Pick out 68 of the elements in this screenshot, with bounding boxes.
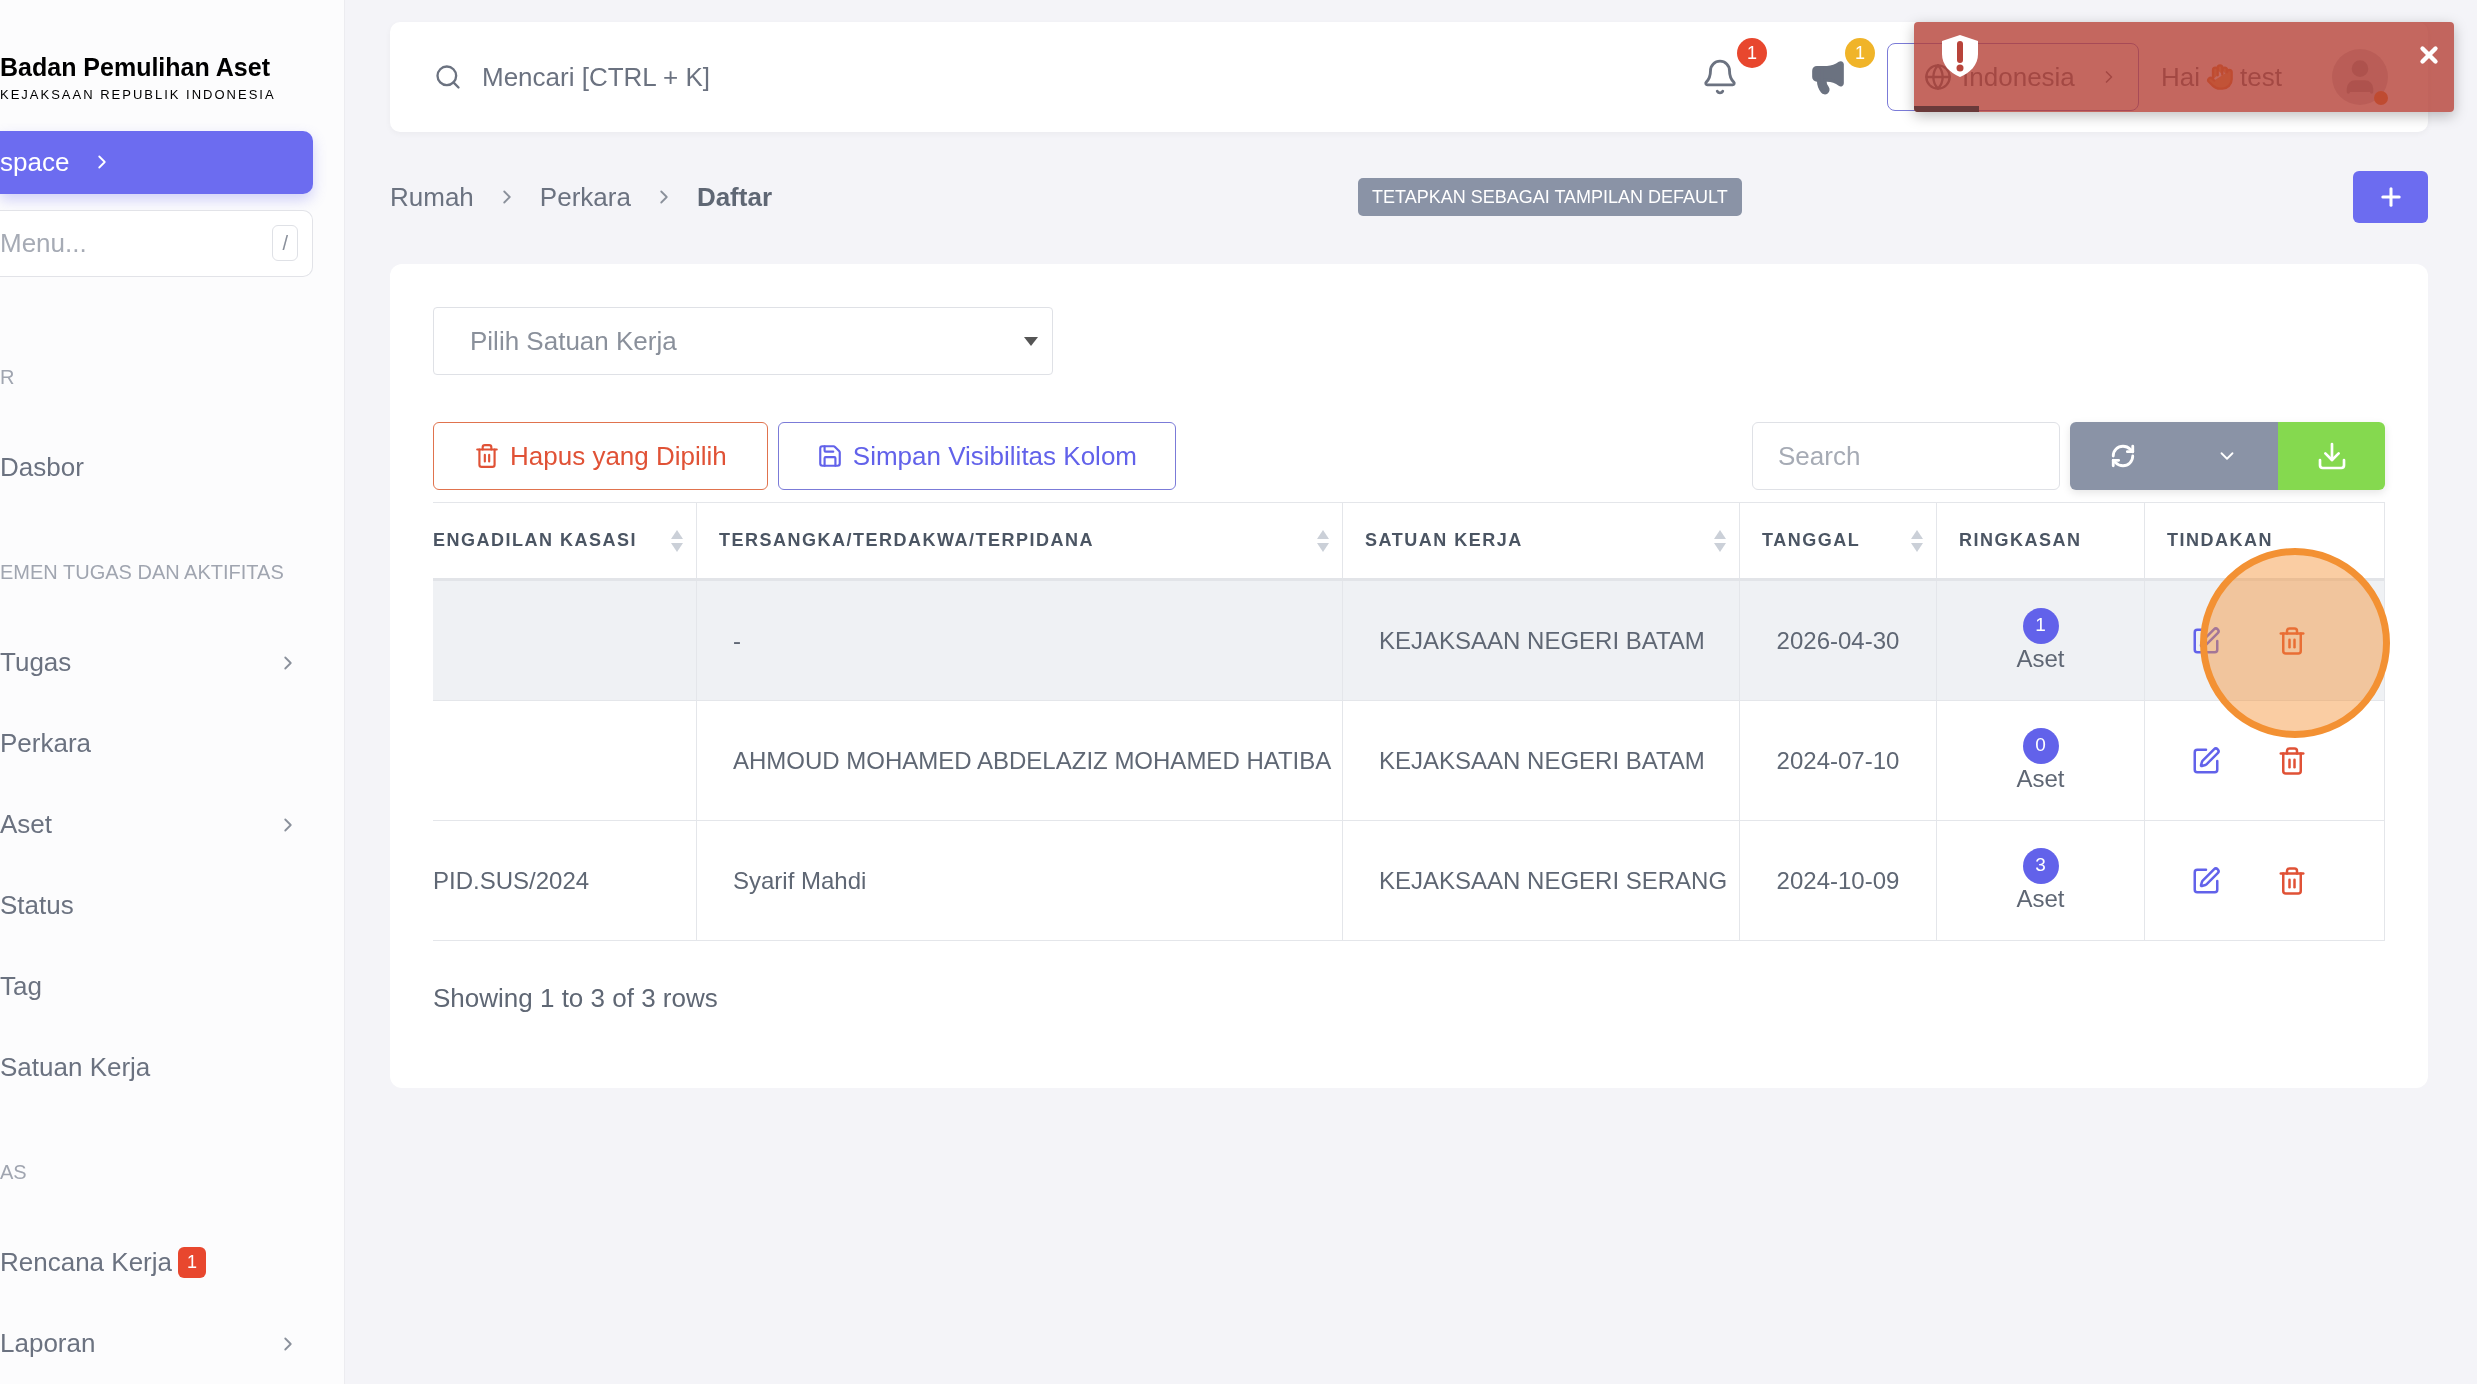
brand-title: Badan Pemulihan Aset bbox=[0, 52, 271, 83]
trash-icon bbox=[474, 443, 500, 469]
column-header: SATUAN KERJA bbox=[1365, 529, 1523, 552]
brand-subtitle: KEJAKSAAN REPUBLIK INDONESIA bbox=[0, 86, 277, 105]
menu-search-input[interactable]: Menu... bbox=[0, 223, 200, 263]
default-view-button[interactable]: TETAPKAN SEBAGAI TAMPILAN DEFAULT bbox=[1358, 178, 1742, 216]
table-cell-text: KEJAKSAAN NEGERI SERANG bbox=[1379, 865, 1728, 896]
section-heading: AS bbox=[0, 1160, 28, 1185]
breadcrumb-link[interactable]: Perkara bbox=[539, 177, 631, 217]
sidebar-item[interactable]: Perkara bbox=[0, 703, 313, 784]
workspace-button[interactable]: space bbox=[0, 130, 313, 194]
global-search-field[interactable]: Mencari [CTRL + K] bbox=[482, 57, 1702, 97]
column-header: TERSANGKA/TERDAKWA/TERPIDANA bbox=[719, 529, 1094, 552]
asset-label: Aset bbox=[2016, 643, 2065, 674]
sidebar-item[interactable]: Tugas bbox=[0, 622, 313, 703]
save-icon bbox=[816, 443, 843, 469]
count-badge: 1 bbox=[178, 1247, 206, 1278]
section-heading: R bbox=[0, 365, 16, 390]
sidebar-item[interactable]: Status bbox=[0, 865, 313, 946]
table-cell-text: PID.SUS/2024 bbox=[433, 865, 590, 896]
edit-icon[interactable] bbox=[2191, 625, 2221, 656]
asset-label: Aset bbox=[2016, 883, 2065, 914]
breadcrumb-link[interactable]: Rumah bbox=[390, 177, 474, 217]
trash-icon[interactable] bbox=[2277, 625, 2307, 656]
trash-icon[interactable] bbox=[2277, 745, 2307, 776]
table-cell-text: KEJAKSAAN NEGERI BATAM bbox=[1379, 745, 1705, 776]
edit-icon[interactable] bbox=[2191, 745, 2221, 776]
section-heading: EMEN TUGAS DAN AKTIFITAS bbox=[0, 560, 285, 585]
sidebar-item[interactable]: Tag bbox=[0, 946, 313, 1027]
delete-selected-button[interactable]: Hapus yang Dipilih bbox=[433, 422, 768, 490]
table-cell-text: KEJAKSAAN NEGERI BATAM bbox=[1379, 625, 1705, 656]
trash-icon[interactable] bbox=[2277, 865, 2307, 896]
asset-label: Aset bbox=[2016, 763, 2065, 794]
table-cell-text: Syarif Mahdi bbox=[733, 865, 867, 896]
table-cell-text: - bbox=[733, 625, 741, 656]
search-icon bbox=[434, 63, 462, 91]
table-search-field[interactable]: Search bbox=[1752, 422, 2060, 490]
table-cell-text: AHMOUD MOHAMED ABDELAZIZ MOHAMED HATIBA bbox=[733, 745, 1332, 776]
edit-icon[interactable] bbox=[2191, 865, 2221, 896]
menu-search-field[interactable]: Menu... / bbox=[0, 209, 313, 277]
work-unit-select[interactable]: Pilih Satuan Kerja bbox=[433, 307, 1053, 375]
shortcut-key: / bbox=[272, 225, 298, 262]
sidebar-item[interactable]: Rencana Kerja 1 bbox=[0, 1222, 313, 1303]
column-header: RINGKASAN bbox=[1959, 529, 2082, 552]
add-button[interactable] bbox=[2353, 171, 2428, 223]
table-row[interactable]: PID.SUS/2024 Syarif Mahdi KEJAKSAAN NEGERI SERANG 2024-10-09 3 Aset bbox=[433, 821, 2384, 941]
table-cell-text: 2026-04-30 bbox=[1776, 625, 1900, 656]
pagination-info: Showing 1 to 3 of 3 rows bbox=[433, 982, 719, 1015]
notification-badge: 1 bbox=[1737, 38, 1768, 68]
sidebar-item[interactable]: Dasbor bbox=[0, 427, 313, 508]
sidebar-item[interactable]: Laporan bbox=[0, 1303, 313, 1384]
refresh-icon bbox=[2110, 443, 2136, 469]
count-badge: 1 bbox=[2022, 607, 2059, 644]
save-columns-button[interactable]: Simpan Visibilitas Kolom bbox=[777, 422, 1176, 490]
column-header: TANGGAL bbox=[1762, 529, 1861, 552]
count-badge: 3 bbox=[2022, 847, 2059, 884]
announcement-badge: 1 bbox=[1845, 38, 1876, 68]
column-header: ENGADILAN KASASI bbox=[433, 529, 637, 552]
count-badge: 0 bbox=[2022, 727, 2059, 764]
breadcrumb-link[interactable]: Daftar bbox=[696, 177, 772, 217]
column-header: TINDAKAN bbox=[2167, 529, 2273, 552]
table-row[interactable]: AHMOUD MOHAMED ABDELAZIZ MOHAMED HATIBA KEJAKSAAN NEGERI BATAM 2024-07-10 0 Aset bbox=[433, 701, 2384, 821]
dropdown-caret-icon bbox=[1024, 336, 1038, 346]
table-row[interactable]: - KEJAKSAAN NEGERI BATAM 2026-04-30 1 Aset bbox=[433, 581, 2384, 701]
table-cell-text: 2024-10-09 bbox=[1776, 865, 1900, 896]
sidebar-item[interactable]: Aset bbox=[0, 784, 313, 865]
table-cell-text: 2024-07-10 bbox=[1776, 745, 1900, 776]
sidebar-item[interactable]: Satuan Kerja bbox=[0, 1027, 313, 1108]
